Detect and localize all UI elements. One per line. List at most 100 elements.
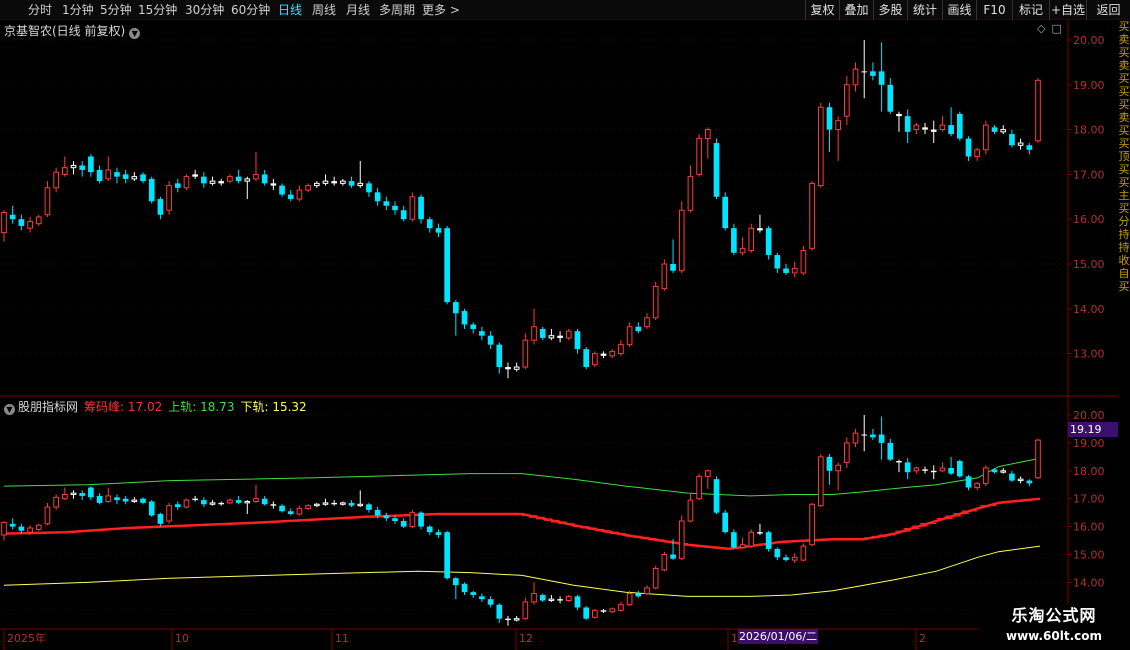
ind-candle-body <box>696 475 702 500</box>
tab-5[interactable]: 60分钟 <box>231 2 270 18</box>
ind-candle-body <box>548 598 555 602</box>
tab-4[interactable]: 30分钟 <box>185 2 224 18</box>
ind-candle-body <box>470 592 477 595</box>
ind-candle-body <box>609 608 616 613</box>
ind-candle-body <box>453 578 459 586</box>
ind-candle-body <box>148 501 155 516</box>
main-candle-body <box>731 228 737 253</box>
main-candle-body <box>183 176 190 189</box>
toolbar-button-6[interactable]: 标记 <box>1012 0 1049 20</box>
diamond-icon[interactable]: ◇ <box>1037 22 1045 35</box>
main-candle-body <box>609 350 616 357</box>
ind-candle-body <box>218 502 225 505</box>
y-tick-label-ind: 15.00 <box>1073 549 1105 562</box>
tab-2[interactable]: 5分钟 <box>100 2 132 18</box>
main-candle-body <box>1017 142 1024 146</box>
tab-0[interactable]: 分时 <box>28 2 52 18</box>
ind-candle-body <box>618 604 624 611</box>
tab-10[interactable]: 更多 > <box>422 2 460 18</box>
indicator-line-0: 筹码峰: 17.02 <box>84 400 162 414</box>
ind-candle-body <box>765 532 772 549</box>
ind-candle-body <box>70 492 77 496</box>
ind-candle-body <box>904 462 911 473</box>
ind-candle-body <box>948 468 954 474</box>
toolbar-button-1[interactable]: 叠加 <box>839 0 873 20</box>
tab-8[interactable]: 月线 <box>346 2 370 18</box>
ind-candle-body <box>991 469 998 473</box>
toolbar-button-4[interactable]: 画线 <box>942 0 976 20</box>
ind-candle-body <box>835 464 841 472</box>
ind-candle-body <box>479 596 485 600</box>
ind-candle-body <box>974 482 981 489</box>
main-candle-body <box>18 219 25 226</box>
toolbar-button-0[interactable]: 复权 <box>805 0 839 20</box>
signal-char: 卖 <box>1118 111 1130 124</box>
toolbar-button-2[interactable]: 多股 <box>873 0 907 20</box>
ind-candle-body <box>79 493 86 496</box>
main-candle-body <box>861 71 868 73</box>
ind-candle-body <box>739 544 746 549</box>
signal-char: 自 <box>1118 267 1130 280</box>
tab-6[interactable]: 日线 <box>278 2 302 18</box>
ind-candle-body <box>505 618 511 621</box>
main-candle-body <box>340 180 346 184</box>
ind-candle-body <box>826 456 833 471</box>
ind-candle-body <box>131 499 138 502</box>
ind-candle-body <box>253 498 259 502</box>
ind-candle-body <box>296 507 303 515</box>
main-candle-body <box>53 171 59 189</box>
main-candle-body <box>296 189 303 200</box>
signal-char: 买 <box>1118 72 1130 85</box>
main-candle-body <box>479 331 485 336</box>
toolbar-button-5[interactable]: F10 <box>976 0 1012 20</box>
main-candle-body <box>565 330 572 339</box>
ind-candle-body <box>287 511 294 515</box>
ind-candle-body <box>930 470 937 473</box>
chart-background <box>0 20 1118 650</box>
ind-candle-body <box>670 554 676 559</box>
toolbar-button-3[interactable]: 统计 <box>907 0 942 20</box>
main-candle-body <box>261 174 268 184</box>
square-icon[interactable]: □ <box>1051 22 1061 35</box>
main-candle-body <box>670 264 676 271</box>
ind-candle-body <box>374 509 381 516</box>
main-candle-body <box>531 326 537 341</box>
y-tick-label-main: 18.00 <box>1073 124 1105 137</box>
ind-candle-body <box>565 595 572 602</box>
watermark: 乐淘公式网 www.60lt.com <box>978 604 1130 650</box>
main-candle-body <box>713 143 720 197</box>
main-candle-body <box>930 129 937 132</box>
main-candle-body <box>453 302 459 314</box>
main-candle-body <box>626 326 633 346</box>
watermark-url: www.60lt.com <box>1005 629 1103 643</box>
main-candle-body <box>974 149 981 157</box>
main-candle-body <box>800 250 807 274</box>
toolbar-button-8[interactable]: 返回 <box>1086 0 1130 20</box>
ind-candle-body <box>305 505 311 509</box>
ind-candle-body <box>774 548 781 558</box>
tab-1[interactable]: 1分钟 <box>62 2 94 18</box>
main-candle-body <box>244 178 251 182</box>
tab-9[interactable]: 多周期 <box>379 2 415 18</box>
ind-candle-body <box>496 604 503 619</box>
main-candle-body <box>201 176 207 184</box>
signal-char: 买 <box>1118 46 1130 59</box>
signal-char: 持 <box>1118 241 1130 254</box>
ind-candle-body <box>35 524 42 530</box>
chevron-down-icon[interactable]: ▼ <box>4 404 15 415</box>
ind-candle-body <box>105 495 112 502</box>
chevron-down-icon[interactable]: ▼ <box>129 28 141 39</box>
main-candle-body <box>487 335 494 345</box>
main-candle-body <box>1026 145 1033 150</box>
signal-char: 买 <box>1118 124 1130 137</box>
main-candle-body <box>270 183 277 186</box>
tab-7[interactable]: 周线 <box>312 2 336 18</box>
toolbar-button-7[interactable]: +自选 <box>1049 0 1086 20</box>
main-candle-body <box>548 335 555 339</box>
tab-3[interactable]: 15分钟 <box>138 2 177 18</box>
ind-candle-body <box>713 479 720 513</box>
ind-candle-body <box>418 512 424 527</box>
signal-char: 卖 <box>1118 59 1130 72</box>
main-candle-body <box>991 127 998 132</box>
main-candle-body <box>35 216 42 225</box>
